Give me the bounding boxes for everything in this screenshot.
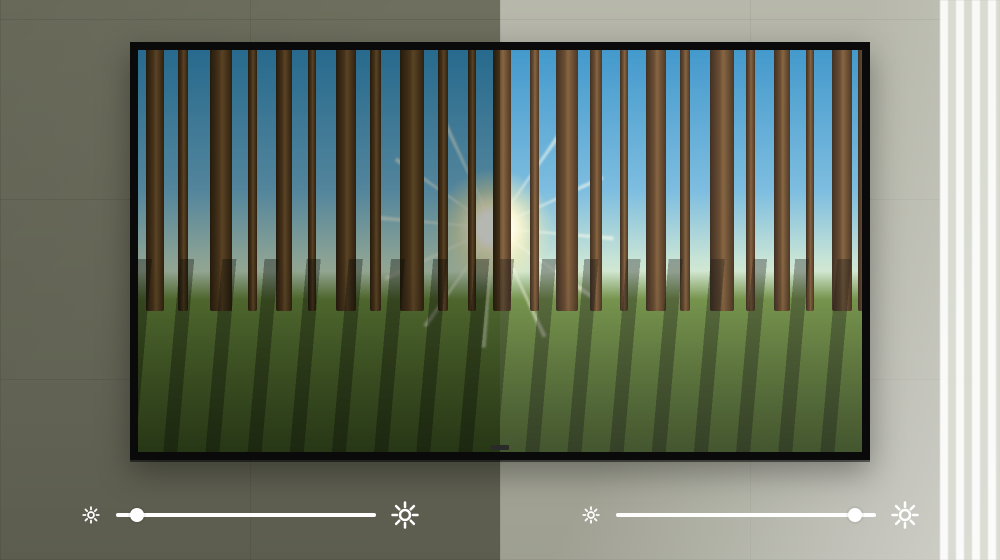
screen-right-bright (500, 50, 862, 452)
tv-brand-mark (491, 445, 509, 450)
brightness-high-icon (890, 500, 920, 530)
brightness-controls (0, 490, 1000, 540)
slider-track[interactable] (116, 513, 376, 517)
slider-thumb[interactable] (130, 508, 144, 522)
slider-track[interactable] (616, 513, 876, 517)
tv-frame (130, 42, 870, 460)
brightness-low-icon (580, 504, 602, 526)
brightness-low-icon (80, 504, 102, 526)
brightness-slider-left[interactable] (0, 490, 500, 540)
slider-thumb[interactable] (848, 508, 862, 522)
curtain (940, 0, 1000, 560)
screen-left-dim (138, 50, 500, 452)
comparison-scene (0, 0, 1000, 560)
brightness-high-icon (390, 500, 420, 530)
tv-screen (138, 50, 862, 452)
brightness-slider-right[interactable] (500, 490, 1000, 540)
